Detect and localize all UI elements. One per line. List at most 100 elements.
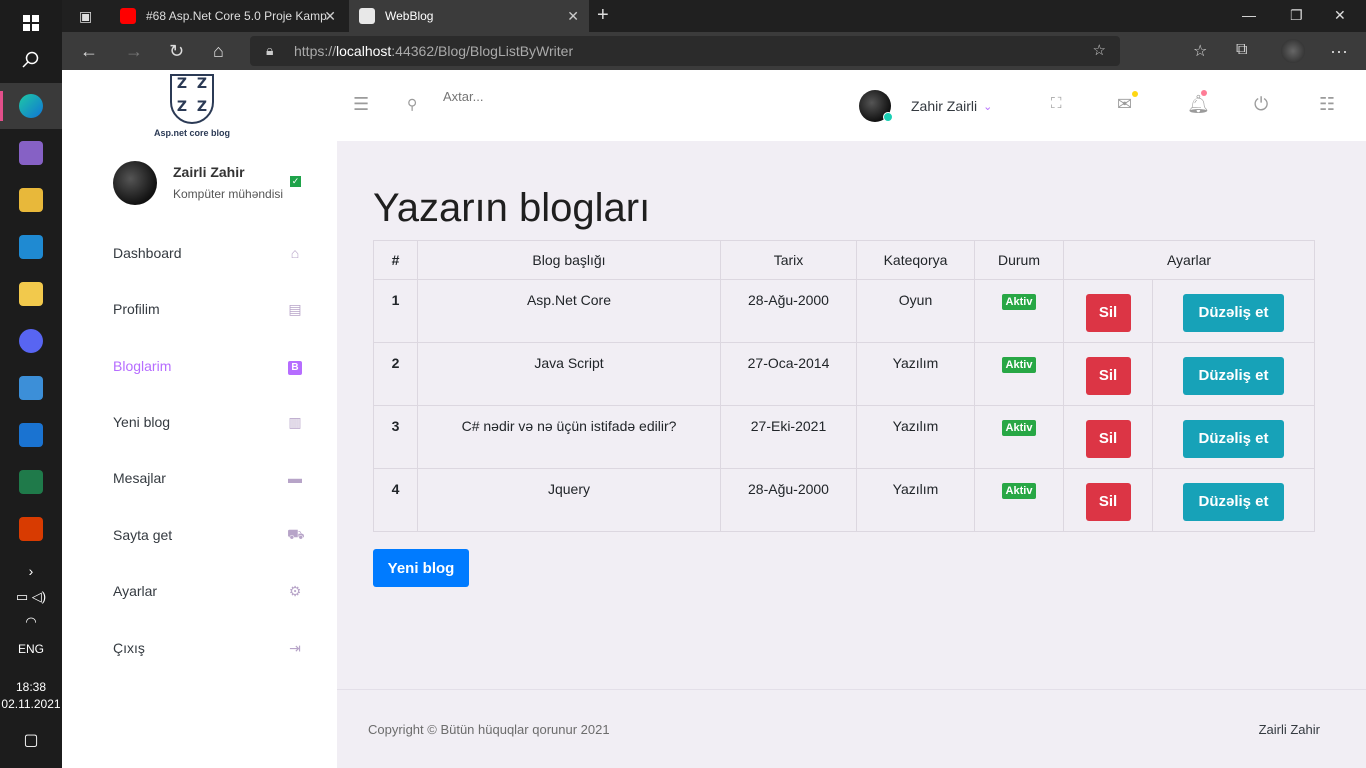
close-tab-icon[interactable]: ✕ [567,8,579,25]
sql-tool-icon[interactable] [0,177,62,223]
cell-edit: Düzəliş et [1152,405,1315,469]
sidebar-item-dashboard[interactable]: Dashboard ⌂ [113,241,303,265]
cell-status: Aktiv [974,468,1064,532]
chevron-down-icon: ⌄ [983,100,993,113]
address-bar[interactable]: 🔒︎ https://localhost:44362/Blog/BlogList… [250,36,1120,66]
restore-icon[interactable]: ❐ [1290,7,1303,24]
close-window-icon[interactable]: ✕ [1334,7,1346,24]
forward-icon[interactable]: → [125,41,143,62]
office-icon[interactable] [0,506,62,552]
edge-icon[interactable] [0,83,62,129]
clock-time[interactable]: 18:38 [0,680,62,694]
site-logo[interactable]: ZZ ZZ Asp.net core blog [152,74,232,144]
clock-date[interactable]: 02.11.2021 [0,697,62,711]
mail-icon[interactable] [0,412,62,458]
status-badge: Aktiv [1001,420,1037,436]
cell-status: Aktiv [974,279,1064,343]
refresh-icon[interactable]: ↻ [169,41,184,62]
table-row: 4 Jquery 28-Ağu-2000 Yazılım Aktiv Sil D… [373,468,1315,532]
logout-icon: ⇥ [289,639,301,656]
new-tab-icon[interactable]: + [597,4,609,27]
lock-icon: 🔒︎ [266,42,274,58]
table-row: 1 Asp.Net Core 28-Ağu-2000 Oyun Aktiv Si… [373,279,1315,343]
tab-webblog[interactable]: WebBlog ✕ [349,0,589,32]
menu-toggle-icon[interactable]: ☰ [353,94,369,115]
sidebar-item-label: Sayta get [113,527,173,543]
collections-icon[interactable]: ⧉ [1236,41,1247,59]
profile-role: Kompüter mühəndisi [173,187,284,201]
sidebar-item-label: Mesajlar [113,470,166,486]
project-icon[interactable] [0,459,62,505]
logo-caption: Asp.net core blog [153,128,230,138]
cell-id: 2 [373,342,418,406]
sidebar-item-sayta-get[interactable]: Sayta get ⛟ [113,523,305,547]
delete-button[interactable]: Sil [1085,420,1131,458]
sidebar: ZZ ZZ Asp.net core blog Zairli Zahir Kom… [62,70,337,768]
new-blog-button[interactable]: Yeni blog [373,549,469,587]
fullscreen-icon[interactable]: ⛶ [1051,95,1062,112]
wifi-icon[interactable]: ◠ [0,614,62,630]
sidebar-item-yeni-blog[interactable]: Yeni blog ▥ [113,410,303,434]
back-icon[interactable]: ← [80,41,98,62]
edit-button[interactable]: Düzəliş et [1183,420,1284,458]
sidebar-item-bloglarim[interactable]: Bloglarim B [113,354,303,378]
power-icon[interactable]: ⏻ [1254,94,1268,115]
file-explorer-icon[interactable] [0,271,62,317]
sidebar-item-cixis[interactable]: Çıxış ⇥ [113,636,303,660]
visual-studio-icon[interactable] [0,130,62,176]
list-settings-icon[interactable]: ☷ [1319,94,1335,115]
more-options-icon[interactable]: ··· [1330,41,1348,62]
favorite-add-icon[interactable]: ☆ [1093,41,1106,59]
blogger-icon: B [287,357,303,375]
discord-icon[interactable] [0,318,62,364]
cell-category: Yazılım [856,405,975,469]
delete-button[interactable]: Sil [1085,483,1131,521]
cell-id: 1 [373,279,418,343]
chevron-right-icon[interactable]: › [0,563,62,579]
cell-date: 27-Eki-2021 [720,405,857,469]
edit-button[interactable]: Düzəliş et [1183,294,1284,332]
cell-delete: Sil [1063,279,1153,343]
sidebar-item-profilim[interactable]: Profilim ▤ [113,297,303,321]
cell-title: C# nədir və nə üçün istifadə edilir? [417,405,721,469]
tab-youtube[interactable]: #68 Asp.Net Core 5.0 Proje Kamp ✕ [110,0,346,32]
sidebar-item-ayarlar[interactable]: Ayarlar ⚙ [113,579,303,603]
verified-icon: ✓ [290,176,301,187]
cell-edit: Düzəliş et [1152,279,1315,343]
footer: Copyright © Bütün hüquqlar qorunur 2021 … [337,689,1366,768]
sidebar-item-label: Ayarlar [113,583,158,599]
profile-avatar[interactable] [1281,39,1305,63]
user-dropdown[interactable]: Zahir Zairli ⌄ [859,90,992,122]
delete-button[interactable]: Sil [1085,294,1131,332]
edit-button[interactable]: Düzəliş et [1183,483,1284,521]
column-header: Tarix [720,240,857,280]
cell-date: 27-Oca-2014 [720,342,857,406]
close-tab-icon[interactable]: ✕ [324,8,336,25]
column-header: Durum [974,240,1064,280]
vscode-icon[interactable] [0,224,62,270]
notifications-icon[interactable]: ▢ [0,730,62,750]
remote-desktop-icon[interactable] [0,365,62,411]
sidebar-profile[interactable]: Zairli Zahir Kompüter mühəndisi ✓ [113,161,301,205]
sidebar-item-mesajlar[interactable]: Mesajlar ▬ [113,466,303,490]
search-icon[interactable] [0,37,62,83]
delete-button[interactable]: Sil [1085,357,1131,395]
minimize-icon[interactable]: — [1242,7,1256,23]
favorites-icon[interactable]: ☆ [1193,41,1207,61]
search-input[interactable] [443,89,643,104]
bell-icon[interactable]: 🔔︎ [1187,94,1210,115]
cell-id: 3 [373,405,418,469]
contact-card-icon: ▤ [288,300,302,317]
language-indicator[interactable]: ENG [0,642,62,656]
home-icon[interactable]: ⌂ [213,41,224,62]
tab-actions-icon[interactable]: ▣ [79,8,92,25]
table-row: 3 C# nədir və nə üçün istifadə edilir? 2… [373,405,1315,469]
profile-name: Zairli Zahir [173,164,245,180]
edit-button[interactable]: Düzəliş et [1183,357,1284,395]
battery-volume-icon[interactable]: ▭ ◁) [0,589,62,605]
cell-status: Aktiv [974,342,1064,406]
cell-delete: Sil [1063,405,1153,469]
column-header: Ayarlar [1063,240,1315,280]
cell-date: 28-Ağu-2000 [720,468,857,532]
mail-icon[interactable]: ✉ [1117,94,1132,115]
